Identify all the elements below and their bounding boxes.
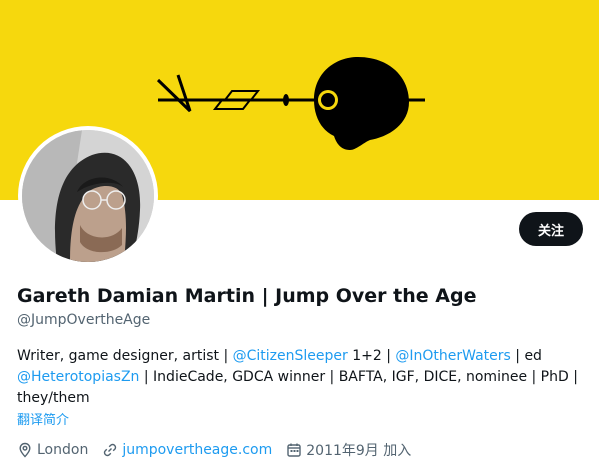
mention-link-heterotopiaszn[interactable]: @HeterotopiasZn xyxy=(17,369,139,385)
link-icon xyxy=(104,443,117,457)
bio-text: | ed xyxy=(510,348,542,364)
follow-button[interactable]: 关注 xyxy=(519,212,583,246)
profile-bio: Writer, game designer, artist | @Citizen… xyxy=(17,346,583,409)
avatar[interactable] xyxy=(18,126,158,266)
translate-bio-link[interactable]: 翻译简介 xyxy=(17,409,69,428)
website-link[interactable]: jumpovertheage.com xyxy=(122,442,272,458)
location-text: London xyxy=(37,442,89,458)
mention-link-inotherwaters[interactable]: @InOtherWaters xyxy=(395,348,510,364)
location-pin-icon xyxy=(19,442,31,458)
profile-name: Gareth Damian Martin | Jump Over the Age xyxy=(17,285,477,307)
bio-text: 1+2 | xyxy=(347,348,396,364)
website-item: jumpovertheage.com xyxy=(102,442,272,458)
location-item: London xyxy=(17,442,88,458)
calendar-icon xyxy=(287,443,301,457)
avatar-photo xyxy=(22,130,154,262)
profile-meta: London jumpovertheage.com 2011年9月 加入 xyxy=(17,440,425,460)
profile-handle: @JumpOvertheAge xyxy=(17,312,151,328)
joined-text: 2011年9月 加入 xyxy=(306,443,412,459)
joined-item: 2011年9月 加入 xyxy=(286,440,411,460)
mention-link-citizensleeper[interactable]: @CitizenSleeper xyxy=(233,348,348,364)
bio-text: Writer, game designer, artist | xyxy=(17,348,233,364)
